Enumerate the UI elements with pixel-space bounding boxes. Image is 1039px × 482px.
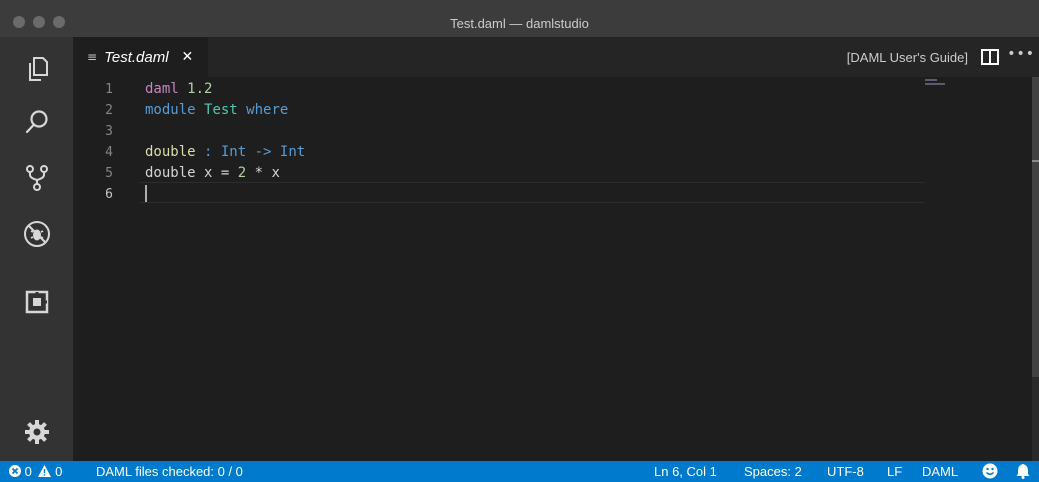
function-token: double	[145, 144, 196, 160]
minimap-line	[925, 83, 945, 85]
bell-icon[interactable]	[1016, 463, 1030, 482]
keyword-token: daml	[145, 81, 179, 97]
keyword-token: module	[145, 102, 196, 118]
status-bar: 0 0 DAML files checked: 0 / 0 Ln 6, Col …	[0, 461, 1039, 482]
code-line-1: daml 1.2	[145, 79, 212, 100]
line-number: 4	[105, 145, 113, 160]
text-cursor	[145, 185, 147, 202]
search-icon[interactable]	[17, 102, 57, 142]
code-line-4: double : Int -> Int	[145, 142, 305, 163]
operator-token: :	[195, 144, 221, 160]
current-line-highlight	[139, 182, 925, 203]
line-number: 5	[105, 166, 113, 181]
vertical-scrollbar[interactable]	[1032, 77, 1039, 461]
warning-count: 0	[55, 464, 63, 479]
debug-icon[interactable]	[17, 214, 57, 254]
code-line-2: module Test where	[145, 100, 288, 121]
daml-user-guide-link[interactable]: [DAML User's Guide]	[847, 50, 968, 65]
editor-tab-bar: ≡ Test.daml ✕ [DAML User's Guide] •••	[73, 37, 1039, 77]
type-token: Int	[279, 144, 306, 160]
tab-label: Test.daml	[104, 48, 169, 66]
type-token: Int	[220, 144, 247, 160]
line-number: 2	[105, 103, 113, 118]
end-of-line[interactable]: LF	[887, 464, 902, 479]
scrollbar-cursor-marker	[1032, 160, 1039, 162]
indentation-setting[interactable]: Spaces: 2	[744, 464, 802, 479]
error-count: 0	[24, 464, 32, 479]
language-mode[interactable]: DAML	[922, 464, 958, 479]
keyword-token: where	[246, 102, 289, 118]
gear-icon[interactable]	[17, 412, 57, 452]
activity-bar	[0, 37, 73, 461]
minimap-line	[925, 79, 937, 81]
cursor-position[interactable]: Ln 6, Col 1	[654, 464, 717, 479]
more-actions-icon[interactable]: •••	[1007, 46, 1035, 62]
close-icon[interactable]: ✕	[182, 49, 194, 65]
source-control-icon[interactable]	[17, 158, 57, 198]
line-number: 3	[105, 124, 113, 139]
line-number-active: 6	[105, 187, 113, 202]
extensions-icon[interactable]	[17, 282, 57, 322]
file-encoding[interactable]: UTF-8	[827, 464, 864, 479]
warning-icon	[38, 465, 52, 477]
tab-test-daml[interactable]: ≡ Test.daml ✕	[73, 37, 208, 77]
code-token: double x =	[145, 165, 238, 181]
smiley-icon[interactable]	[982, 463, 998, 482]
scrollbar-thumb[interactable]	[1032, 77, 1039, 377]
title-bar: Test.daml — damlstudio	[0, 0, 1039, 37]
operator-token: ->	[246, 144, 280, 160]
window-title: Test.daml — damlstudio	[450, 16, 589, 31]
line-number: 1	[105, 82, 113, 97]
minimap[interactable]	[925, 79, 953, 91]
module-name-token: Test	[204, 102, 238, 118]
explorer-icon[interactable]	[17, 49, 57, 89]
code-line-5: double x = 2 * x	[145, 163, 280, 184]
problems-indicator[interactable]: 0 0	[9, 464, 62, 479]
error-icon	[9, 465, 21, 477]
code-editor[interactable]: 1 2 3 4 5 6 daml 1.2 module Test where d…	[73, 77, 1039, 461]
lines-icon: ≡	[87, 50, 98, 64]
daml-check-status[interactable]: DAML files checked: 0 / 0	[96, 464, 243, 479]
code-token: * x	[246, 165, 280, 181]
split-editor-icon[interactable]	[981, 49, 999, 65]
number-token: 1.2	[187, 81, 213, 97]
number-token: 2	[237, 165, 247, 181]
